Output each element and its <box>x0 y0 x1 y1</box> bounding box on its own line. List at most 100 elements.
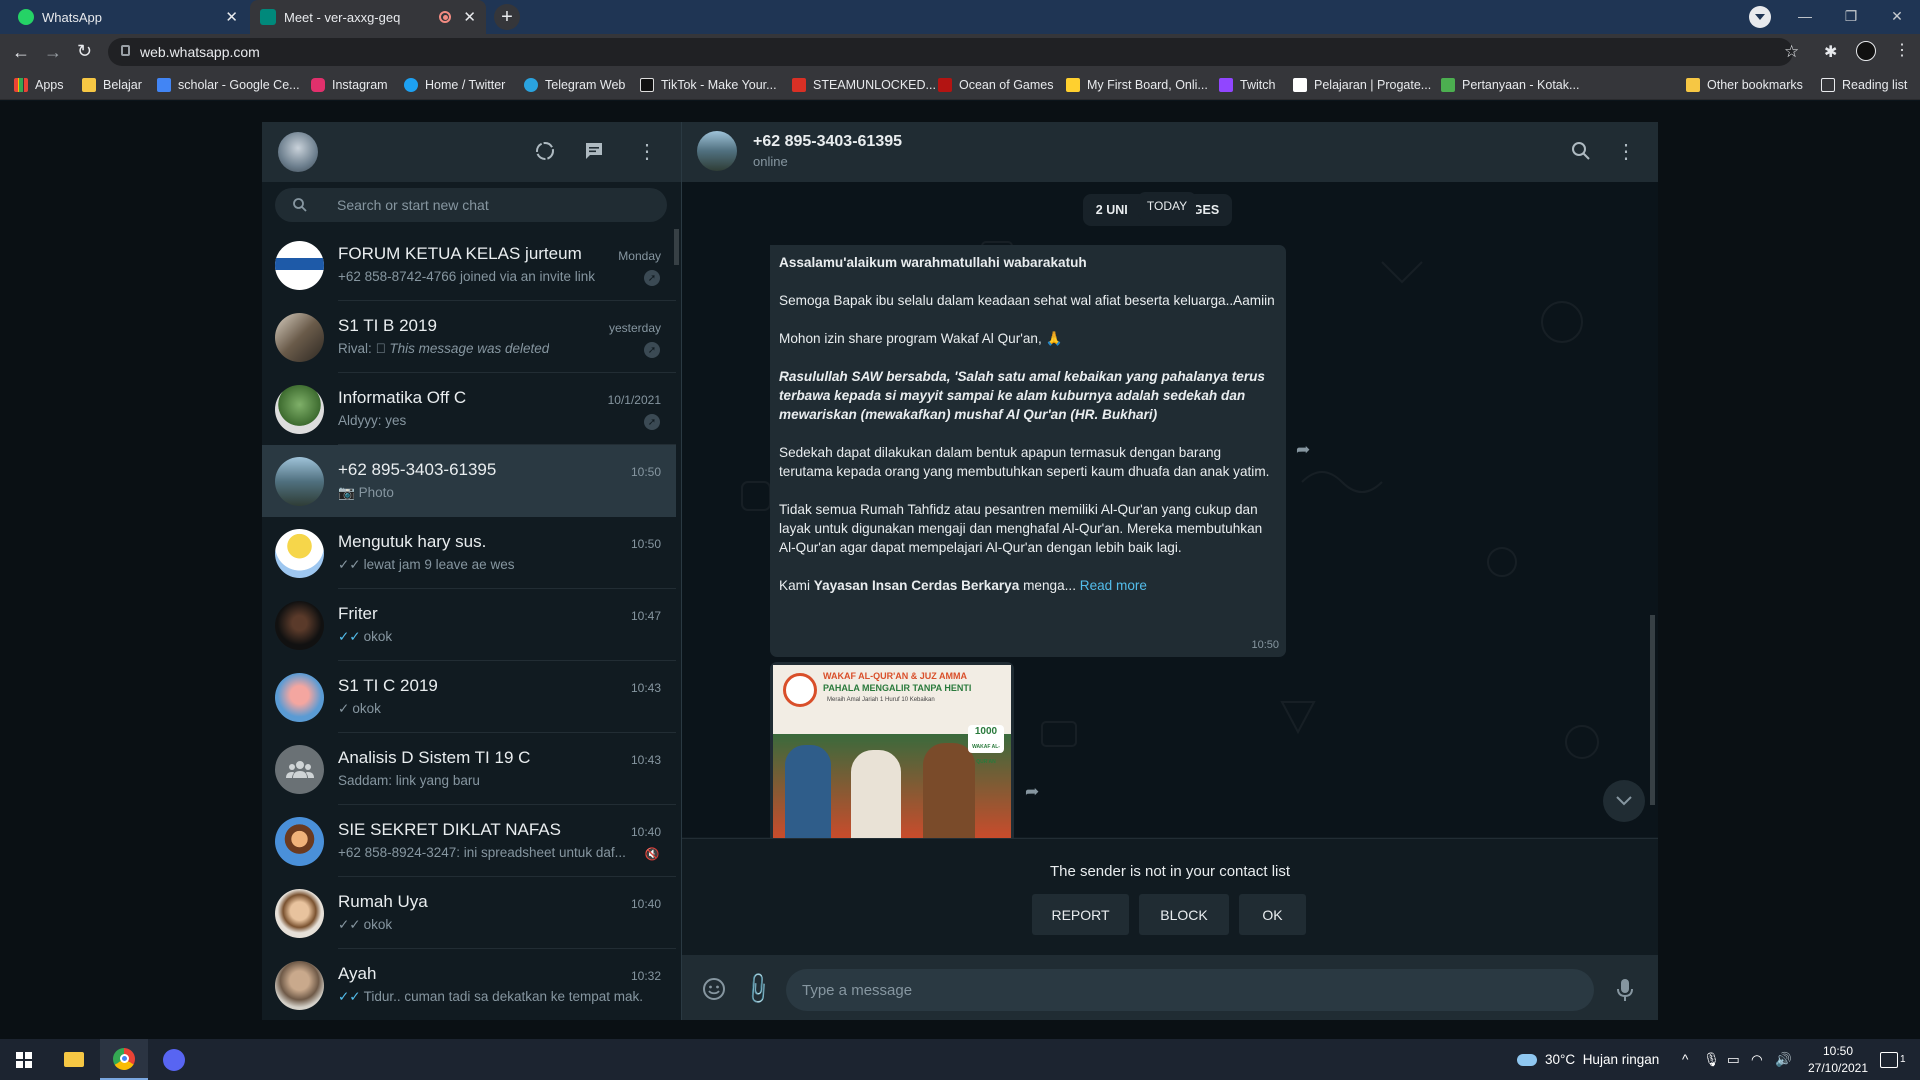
my-avatar[interactable] <box>278 132 318 172</box>
chat-item[interactable]: S1 TI B 2019 yesterday Rival: ⃠ This mes… <box>262 301 676 373</box>
muted-icon: 🔇 <box>644 847 660 861</box>
bookmark-progate[interactable]: Pelajaran | Progate... <box>1293 70 1431 100</box>
emoji-icon[interactable] <box>702 977 726 1001</box>
battery-icon[interactable]: ▭ <box>1727 1039 1740 1080</box>
chat-time: 10:40 <box>630 825 661 839</box>
poster-badge: 1000 WAKAF AL-QUR'AN <box>968 725 1004 765</box>
chat-item[interactable]: SIE SEKRET DIKLAT NAFAS 10:40 +62 858-89… <box>262 805 676 877</box>
notification-center-icon[interactable]: 1 <box>1880 1039 1906 1080</box>
bookmark-instagram[interactable]: Instagram <box>311 70 388 100</box>
conversation-header[interactable] <box>682 122 1658 182</box>
bookmark-star-icon[interactable]: ☆ <box>1784 42 1799 62</box>
file-explorer-icon[interactable] <box>50 1039 98 1080</box>
reading-list[interactable]: Reading list <box>1821 70 1907 100</box>
scroll-down-button[interactable] <box>1603 780 1645 822</box>
close-tab-icon[interactable]: ✕ <box>463 8 476 26</box>
minimize-icon[interactable]: — <box>1782 0 1828 32</box>
menu-icon[interactable]: ⋮ <box>637 139 657 164</box>
bookmark-other[interactable]: Other bookmarks <box>1686 70 1803 100</box>
clock[interactable]: 10:50 27/10/2021 <box>1802 1043 1874 1077</box>
search-icon[interactable] <box>1571 141 1591 161</box>
chat-list-scrollbar[interactable] <box>674 229 679 265</box>
mic-tray-icon[interactable]: 🎙 <box>1703 1039 1720 1080</box>
reload-icon[interactable]: ↻ <box>77 41 92 62</box>
message-bubble[interactable]: Assalamu'alaikum warahmatullahi wabaraka… <box>770 245 1286 657</box>
close-window-icon[interactable]: ✕ <box>1874 0 1920 32</box>
chat-time: 10:50 <box>630 465 661 479</box>
bookmark-twitch[interactable]: Twitch <box>1219 70 1275 100</box>
chat-avatar <box>275 312 324 362</box>
bookmark-scholar[interactable]: scholar - Google Ce... <box>157 70 300 100</box>
chat-item[interactable]: S1 TI C 2019 10:43 ✓ okok <box>262 661 676 733</box>
address-bar[interactable]: web.whatsapp.com <box>108 38 1793 66</box>
close-tab-icon[interactable]: ✕ <box>225 8 238 26</box>
ok-button[interactable]: OK <box>1239 894 1306 935</box>
status-icon[interactable] <box>534 140 556 162</box>
bookmark-steamunlocked[interactable]: STEAMUNLOCKED... <box>792 70 936 100</box>
chat-item[interactable]: Analisis D Sistem TI 19 C 10:43 Saddam: … <box>262 733 676 805</box>
bookmark-telegram[interactable]: Telegram Web <box>524 70 625 100</box>
windows-start-icon[interactable] <box>0 1039 48 1080</box>
back-arrow-icon[interactable]: ← <box>12 42 30 63</box>
message-scrollbar[interactable] <box>1650 615 1655 805</box>
twitter-icon <box>404 78 418 92</box>
message-input[interactable]: Type a message <box>786 969 1594 1011</box>
browser-menu-icon[interactable]: ⋮ <box>1894 40 1910 60</box>
chat-item[interactable]: Friter 10:47 ✓✓ okok <box>262 589 676 661</box>
weather-widget[interactable]: 30°C Hujan ringan <box>1517 1039 1659 1080</box>
extensions-icon[interactable]: ✱ <box>1824 42 1837 62</box>
tab-whatsapp[interactable]: WhatsApp ✕ <box>8 0 248 34</box>
tab-search-icon[interactable] <box>1749 6 1771 28</box>
show-hidden-icons-icon[interactable]: ^ <box>1682 1039 1688 1080</box>
report-button[interactable]: REPORT <box>1032 894 1129 935</box>
block-button[interactable]: BLOCK <box>1139 894 1229 935</box>
forward-icon[interactable]: ➦ <box>1296 440 1310 460</box>
double-tick-read-icon: ✓✓ <box>338 629 361 644</box>
tab-meet[interactable]: Meet - ver-axxg-geq ✕ <box>250 0 486 34</box>
profile-avatar[interactable] <box>1856 41 1876 61</box>
apps-grid-icon <box>14 78 28 92</box>
chat-item[interactable]: Informatika Off C 10/1/2021 Aldyyy: yes … <box>262 373 676 445</box>
read-more-link[interactable]: Read more <box>1080 578 1147 593</box>
chat-avatar <box>275 960 324 1010</box>
single-tick-icon: ✓ <box>338 701 350 716</box>
chat-avatar <box>275 816 324 866</box>
new-tab-button[interactable]: + <box>494 4 520 30</box>
instagram-icon <box>311 78 325 92</box>
conversation-menu-icon[interactable]: ⋮ <box>1616 139 1636 164</box>
new-chat-icon[interactable] <box>583 140 605 162</box>
bookmark-twitter[interactable]: Home / Twitter <box>404 70 505 100</box>
message-paragraph: Mohon izin share program Wakaf Al Qur'an… <box>779 331 1063 346</box>
chat-item[interactable]: Rumah Uya 10:40 ✓✓ okok <box>262 877 676 949</box>
forward-arrow-icon[interactable]: → <box>44 42 62 63</box>
search-placeholder: Search or start new chat <box>337 197 489 213</box>
bookmark-tiktok[interactable]: TikTok - Make Your... <box>640 70 777 100</box>
bookmark-ocean-of-games[interactable]: Ocean of Games <box>938 70 1054 100</box>
chat-item[interactable]: Ayah 10:32 ✓✓ Tidur.. cuman tadi sa dekat… <box>262 949 676 1020</box>
microphone-icon[interactable] <box>1616 978 1634 1002</box>
bookmark-kotak[interactable]: Pertanyaan - Kotak... <box>1441 70 1579 100</box>
volume-icon[interactable]: 🔊 <box>1775 1039 1792 1080</box>
bookmark-apps[interactable]: Apps <box>14 70 64 100</box>
contact-avatar[interactable] <box>697 131 737 171</box>
chat-preview: ✓✓ lewat jam 9 leave ae wes <box>338 557 515 572</box>
bookmark-belajar[interactable]: Belajar <box>82 70 142 100</box>
chat-item-active[interactable]: +62 895-3403-61395 10:50 📷 Photo <box>262 445 676 517</box>
search-icon <box>292 197 308 213</box>
chat-item[interactable]: Mengutuk hary sus. 10:50 ✓✓ lewat jam 9 l… <box>262 517 676 589</box>
discord-taskbar-icon[interactable] <box>150 1039 198 1080</box>
telegram-icon <box>524 78 538 92</box>
child-figure <box>851 750 901 838</box>
restore-icon[interactable]: ❐ <box>1828 0 1874 32</box>
forward-icon[interactable]: ➦ <box>1025 782 1039 802</box>
bookmark-my-first-board[interactable]: My First Board, Onli... <box>1066 70 1208 100</box>
chat-name: Friter <box>338 604 378 623</box>
meet-favicon-icon <box>260 9 276 25</box>
image-message[interactable]: WAKAF AL-QUR'AN & JUZ AMMA PAHALA MENGAL… <box>770 662 1014 838</box>
chat-time: 10/1/2021 <box>607 393 661 407</box>
chrome-taskbar-icon[interactable] <box>100 1039 148 1080</box>
folder-icon <box>82 78 96 92</box>
search-input[interactable]: Search or start new chat <box>275 188 667 222</box>
chat-item[interactable]: FORUM KETUA KELAS jurteum Monday +62 858… <box>262 229 676 301</box>
wifi-icon[interactable]: ◠ <box>1751 1039 1763 1080</box>
